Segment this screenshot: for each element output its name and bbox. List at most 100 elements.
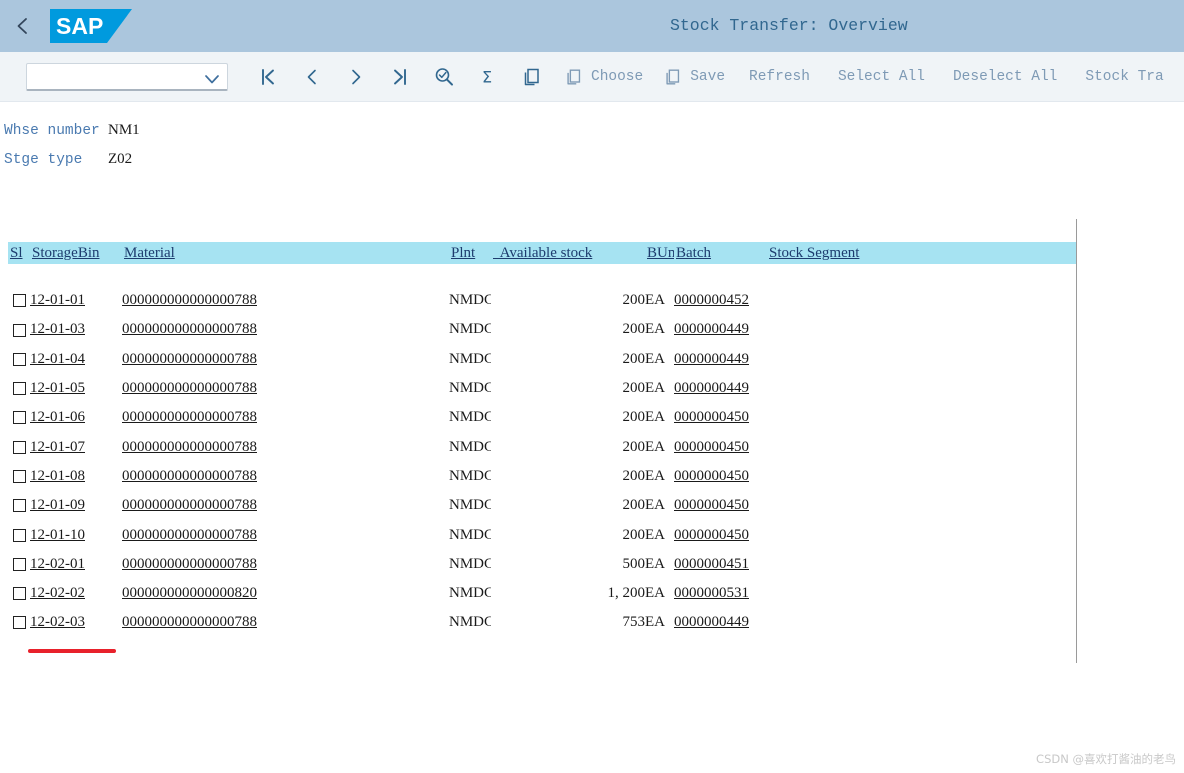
table-row[interactable]: 12-01-10000000000000000788NMDC200EA00000… xyxy=(8,520,1076,549)
storage-bin-cell[interactable]: 12-01-10 xyxy=(30,520,122,549)
column-header-bun[interactable]: BUn xyxy=(645,219,674,286)
row-checkbox[interactable] xyxy=(13,470,26,483)
back-button[interactable] xyxy=(0,0,46,52)
row-select-cell[interactable] xyxy=(8,579,30,608)
batch-value[interactable]: 0000000450 xyxy=(674,439,749,455)
deselect-all-button[interactable]: Deselect All xyxy=(939,57,1071,97)
row-select-cell[interactable] xyxy=(8,286,30,315)
storage-bin-cell[interactable]: 12-01-01 xyxy=(30,286,122,315)
material-cell[interactable]: 000000000000000788 xyxy=(122,432,449,461)
table-row[interactable]: 12-01-03000000000000000788NMDC200EA00000… xyxy=(8,315,1076,344)
row-select-cell[interactable] xyxy=(8,462,30,491)
table-row[interactable]: 12-02-02000000000000000820NMDC1, 200EA00… xyxy=(8,579,1076,608)
batch-value[interactable]: 0000000449 xyxy=(674,321,749,337)
material-value[interactable]: 000000000000000788 xyxy=(122,380,257,396)
storage-bin-cell[interactable]: 12-02-01 xyxy=(30,550,122,579)
storage-bin-value[interactable]: 12-01-06 xyxy=(30,409,85,425)
table-row[interactable]: 12-01-07000000000000000788NMDC200EA00000… xyxy=(8,432,1076,461)
storage-bin-value[interactable]: 12-01-01 xyxy=(30,292,85,308)
material-value[interactable]: 000000000000000788 xyxy=(122,409,257,425)
material-cell[interactable]: 000000000000000788 xyxy=(122,374,449,403)
storage-bin-value[interactable]: 12-01-03 xyxy=(30,321,85,337)
column-header-available-stock[interactable]: Available stock xyxy=(491,219,645,286)
storage-bin-value[interactable]: 12-02-03 xyxy=(30,614,85,630)
batch-cell[interactable]: 0000000451 xyxy=(674,550,767,579)
material-value[interactable]: 000000000000000788 xyxy=(122,527,257,543)
material-cell[interactable]: 000000000000000788 xyxy=(122,491,449,520)
batch-value[interactable]: 0000000452 xyxy=(674,292,749,308)
next-page-icon[interactable] xyxy=(334,57,378,97)
storage-bin-value[interactable]: 12-01-07 xyxy=(30,439,85,455)
row-checkbox[interactable] xyxy=(13,529,26,542)
storage-bin-value[interactable]: 12-01-09 xyxy=(30,497,85,513)
row-select-cell[interactable] xyxy=(8,520,30,549)
storage-bin-value[interactable]: 12-01-08 xyxy=(30,468,85,484)
row-select-cell[interactable] xyxy=(8,403,30,432)
material-cell[interactable]: 000000000000000820 xyxy=(122,579,449,608)
storage-bin-cell[interactable]: 12-02-03 xyxy=(30,608,122,637)
row-checkbox[interactable] xyxy=(13,411,26,424)
row-select-cell[interactable] xyxy=(8,315,30,344)
batch-cell[interactable]: 0000000449 xyxy=(674,345,767,374)
batch-cell[interactable]: 0000000450 xyxy=(674,462,767,491)
refresh-button[interactable]: Refresh xyxy=(735,57,824,97)
storage-bin-cell[interactable]: 12-02-02 xyxy=(30,579,122,608)
storage-bin-cell[interactable]: 12-01-07 xyxy=(30,432,122,461)
table-row[interactable]: 12-01-04000000000000000788NMDC200EA00000… xyxy=(8,345,1076,374)
batch-value[interactable]: 0000000450 xyxy=(674,527,749,543)
material-value[interactable]: 000000000000000788 xyxy=(122,292,257,308)
row-checkbox[interactable] xyxy=(13,587,26,600)
view-select[interactable] xyxy=(26,63,228,91)
batch-cell[interactable]: 0000000449 xyxy=(674,374,767,403)
row-select-cell[interactable] xyxy=(8,432,30,461)
column-header-material[interactable]: Material xyxy=(122,219,449,286)
material-cell[interactable]: 000000000000000788 xyxy=(122,550,449,579)
table-row[interactable]: 12-01-06000000000000000788NMDC200EA00000… xyxy=(8,403,1076,432)
copy-icon[interactable] xyxy=(510,57,554,97)
table-row[interactable]: 12-01-01000000000000000788NMDC200EA00000… xyxy=(8,286,1076,315)
row-select-cell[interactable] xyxy=(8,608,30,637)
row-checkbox[interactable] xyxy=(13,499,26,512)
select-all-button[interactable]: Select All xyxy=(824,57,939,97)
batch-cell[interactable]: 0000000449 xyxy=(674,315,767,344)
batch-value[interactable]: 0000000450 xyxy=(674,409,749,425)
row-select-cell[interactable] xyxy=(8,374,30,403)
material-value[interactable]: 000000000000000820 xyxy=(122,585,257,601)
batch-value[interactable]: 0000000451 xyxy=(674,556,749,572)
storage-bin-cell[interactable]: 12-01-03 xyxy=(30,315,122,344)
batch-cell[interactable]: 0000000450 xyxy=(674,432,767,461)
storage-bin-cell[interactable]: 12-01-06 xyxy=(30,403,122,432)
material-cell[interactable]: 000000000000000788 xyxy=(122,286,449,315)
table-row[interactable]: 12-02-03000000000000000788NMDC753EA00000… xyxy=(8,608,1076,637)
material-cell[interactable]: 000000000000000788 xyxy=(122,315,449,344)
row-checkbox[interactable] xyxy=(13,324,26,337)
material-value[interactable]: 000000000000000788 xyxy=(122,439,257,455)
column-header-sl[interactable]: Sl xyxy=(8,219,30,286)
storage-bin-value[interactable]: 12-01-04 xyxy=(30,351,85,367)
first-page-icon[interactable] xyxy=(246,57,290,97)
material-value[interactable]: 000000000000000788 xyxy=(122,351,257,367)
table-row[interactable]: 12-01-09000000000000000788NMDC200EA00000… xyxy=(8,491,1076,520)
stock-transfer-button[interactable]: Stock Tra xyxy=(1071,57,1177,97)
material-cell[interactable]: 000000000000000788 xyxy=(122,462,449,491)
batch-cell[interactable]: 0000000450 xyxy=(674,520,767,549)
column-header-stock-segment[interactable]: Stock Segment xyxy=(767,219,1076,286)
batch-value[interactable]: 0000000531 xyxy=(674,585,749,601)
row-checkbox[interactable] xyxy=(13,382,26,395)
batch-cell[interactable]: 0000000449 xyxy=(674,608,767,637)
material-value[interactable]: 000000000000000788 xyxy=(122,614,257,630)
last-page-icon[interactable] xyxy=(378,57,422,97)
table-row[interactable]: 12-01-08000000000000000788NMDC200EA00000… xyxy=(8,462,1076,491)
table-row[interactable]: 12-02-01000000000000000788NMDC500EA00000… xyxy=(8,550,1076,579)
column-header-storagebin[interactable]: StorageBin xyxy=(30,219,122,286)
storage-bin-cell[interactable]: 12-01-05 xyxy=(30,374,122,403)
material-cell[interactable]: 000000000000000788 xyxy=(122,403,449,432)
row-select-cell[interactable] xyxy=(8,491,30,520)
find-icon[interactable] xyxy=(422,57,466,97)
row-select-cell[interactable] xyxy=(8,550,30,579)
row-select-cell[interactable] xyxy=(8,345,30,374)
batch-cell[interactable]: 0000000450 xyxy=(674,491,767,520)
material-value[interactable]: 000000000000000788 xyxy=(122,321,257,337)
sum-icon[interactable]: Σ xyxy=(466,57,510,97)
material-cell[interactable]: 000000000000000788 xyxy=(122,608,449,637)
